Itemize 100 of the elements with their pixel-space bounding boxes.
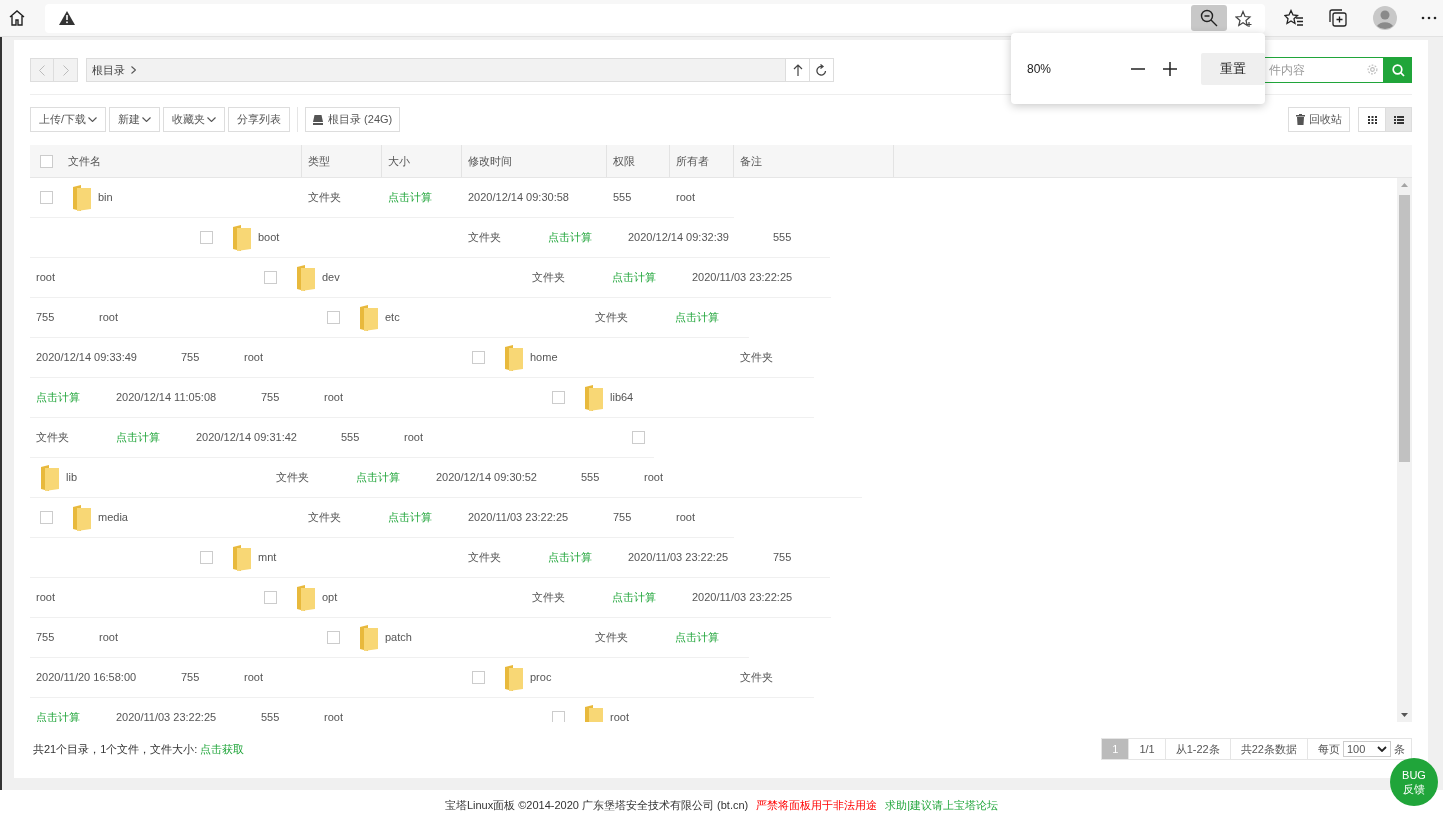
profile-avatar[interactable] [1373, 6, 1397, 30]
checkbox[interactable] [200, 231, 213, 244]
folder-icon [233, 544, 251, 571]
table-cell-text: 2020/11/03 23:22:25 [116, 710, 217, 722]
table-cell-text: 2020/12/14 11:05:08 [116, 390, 217, 406]
column-header[interactable]: 所有者 [676, 152, 709, 170]
checkbox[interactable] [40, 191, 53, 204]
file-name[interactable]: media [98, 509, 128, 526]
search-icon [1391, 63, 1405, 77]
file-name[interactable]: proc [530, 669, 552, 686]
folder-icon [505, 344, 523, 371]
table-cell-text: 755 [773, 550, 792, 566]
table-cell-text: 2020/11/03 23:22:25 [692, 590, 793, 606]
table-cell-text: 555 [581, 470, 600, 486]
checkbox[interactable] [472, 351, 485, 364]
checkbox[interactable] [264, 271, 277, 284]
file-name[interactable]: mnt [258, 549, 277, 566]
column-header[interactable]: 权限 [613, 152, 635, 170]
search-button[interactable] [1384, 57, 1412, 83]
table-cell-text: root [36, 590, 55, 606]
folder-icon [360, 624, 378, 651]
forward-button[interactable] [54, 59, 77, 81]
table-cell-text: 文件夹 [595, 630, 628, 646]
file-name[interactable]: home [530, 349, 558, 366]
file-name[interactable]: boot [258, 229, 280, 246]
file-name[interactable]: opt [322, 589, 338, 606]
per-page-label: 每页 [1318, 741, 1340, 757]
breadcrumb-item[interactable]: 根目录 [92, 61, 125, 79]
file-name[interactable]: lib [66, 469, 77, 486]
toolbar-button[interactable]: 分享列表 [228, 107, 291, 132]
view-toggle[interactable] [1385, 108, 1411, 131]
path-bar[interactable]: 根目录 [86, 58, 786, 82]
checkbox[interactable] [552, 391, 565, 404]
home-icon[interactable] [8, 9, 26, 27]
checkbox[interactable] [200, 551, 213, 564]
column-header[interactable]: 备注 [740, 152, 762, 170]
table-cell-text: 755 [181, 670, 200, 686]
toolbar-button[interactable]: 新建 [109, 107, 161, 132]
column-header[interactable]: 大小 [388, 152, 410, 170]
file-name[interactable]: lib64 [610, 389, 634, 406]
chevron-right-icon [131, 66, 136, 74]
collections-icon[interactable] [1329, 9, 1347, 27]
per-page-select[interactable]: 100 [1343, 741, 1391, 757]
refresh-button[interactable] [810, 58, 834, 82]
checkbox[interactable] [472, 671, 485, 684]
table-cell-text: 文件夹 [308, 190, 341, 206]
checkbox[interactable] [40, 511, 53, 524]
checkbox[interactable] [264, 591, 277, 604]
file-name[interactable]: etc [385, 309, 400, 326]
checkbox[interactable] [40, 154, 53, 168]
table-cell-text: 文件夹 [740, 350, 773, 366]
scroll-up-icon[interactable] [1401, 183, 1409, 187]
scrollbar[interactable] [1397, 178, 1412, 722]
plus-icon[interactable] [1163, 61, 1178, 76]
settings-icon[interactable] [1367, 64, 1378, 75]
grid-icon [1367, 115, 1377, 124]
favorites-icon[interactable] [1284, 9, 1304, 27]
checkbox[interactable] [327, 631, 340, 644]
disk-button[interactable]: 根目录 (24G) [305, 107, 401, 132]
column-header[interactable]: 文件名 [68, 152, 101, 170]
table-cell-text: 2020/12/14 09:30:58 [468, 190, 569, 206]
folder-icon [297, 264, 315, 291]
file-name[interactable]: bin [98, 189, 113, 206]
table-cell-text: root [644, 470, 663, 486]
arrow-up-icon [792, 64, 803, 76]
scroll-down-icon[interactable] [1401, 713, 1409, 717]
table-cell-text: 555 [341, 430, 360, 446]
table-cell-text: 755 [181, 350, 200, 366]
checkbox[interactable] [632, 431, 645, 444]
back-button[interactable] [31, 59, 54, 81]
table-cell-text: 文件夹 [532, 590, 565, 606]
scrollbar-thumb[interactable] [1399, 195, 1411, 462]
table-cell-text: 555 [613, 190, 632, 206]
more-icon[interactable] [1421, 16, 1437, 20]
recycle-bin-button[interactable]: 回收站 [1288, 107, 1350, 132]
caret-icon [1377, 746, 1387, 752]
add-favorite-icon[interactable] [1235, 9, 1253, 28]
table-cell-text: 2020/12/14 09:33:49 [36, 350, 137, 366]
reset-button[interactable]: 重置 [1201, 52, 1265, 85]
table-cell-text: 文件夹 [276, 470, 309, 486]
table-cell-text: 755 [261, 390, 280, 406]
up-button[interactable] [786, 58, 810, 82]
file-name[interactable]: root [610, 709, 629, 722]
table-cell-text: root [244, 670, 263, 686]
toolbar-button[interactable]: 上传/下载 [30, 107, 107, 132]
table-cell-text: root [324, 710, 343, 722]
checkbox[interactable] [327, 311, 340, 324]
table-cell-text: 755 [36, 310, 55, 326]
file-name[interactable]: patch [385, 629, 412, 646]
column-header[interactable]: 修改时间 [468, 152, 512, 170]
table-cell-text: 2020/11/03 23:22:25 [692, 270, 793, 286]
zoom-button[interactable] [1191, 5, 1227, 31]
checkbox[interactable] [552, 711, 565, 722]
table-cell-text: root [676, 510, 695, 526]
file-name[interactable]: dev [322, 269, 340, 286]
zoom-out-icon [1200, 9, 1218, 27]
trash-icon [1296, 114, 1305, 125]
toolbar-button[interactable]: 收藏夹 [163, 107, 226, 132]
table-cell-text: root [676, 190, 695, 206]
column-header[interactable]: 类型 [308, 152, 330, 170]
